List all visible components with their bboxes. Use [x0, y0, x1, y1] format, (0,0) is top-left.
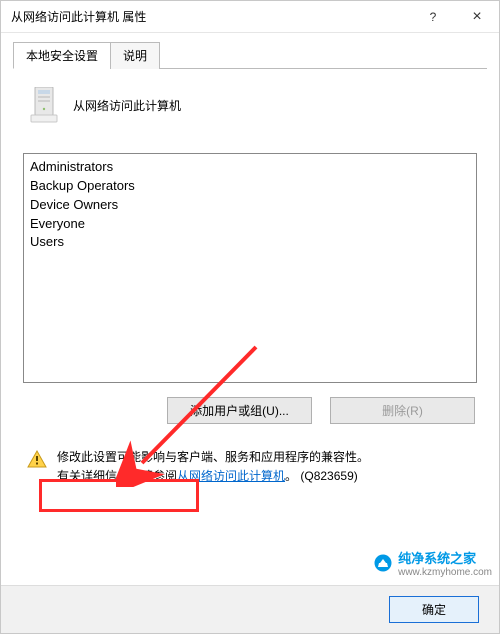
- tab-strip: 本地安全设置 说明: [13, 41, 487, 69]
- ok-label: 确定: [422, 601, 446, 618]
- warning-icon: [27, 450, 47, 468]
- list-item[interactable]: Everyone: [30, 215, 470, 234]
- dialog-footer: 确定: [1, 585, 499, 633]
- list-item[interactable]: Administrators: [30, 158, 470, 177]
- close-icon: ×: [472, 8, 481, 26]
- tab-local-security[interactable]: 本地安全设置: [13, 42, 111, 69]
- tabs-row: 本地安全设置 说明: [1, 33, 499, 69]
- list-item[interactable]: Users: [30, 233, 470, 252]
- tab-content: 从网络访问此计算机 Administrators Backup Operator…: [1, 69, 499, 585]
- computer-icon: [29, 87, 59, 123]
- list-item[interactable]: Backup Operators: [30, 177, 470, 196]
- tab-label: 本地安全设置: [26, 49, 98, 63]
- ok-button[interactable]: 确定: [389, 596, 479, 623]
- window-title: 从网络访问此计算机 属性: [11, 8, 411, 25]
- list-buttons-row: 添加用户或组(U)... 删除(R): [23, 397, 477, 424]
- watermark-name: 纯净系统之家: [398, 548, 492, 567]
- info-line2-suffix: 。 (Q823659): [285, 469, 358, 483]
- info-link[interactable]: 从网络访问此计算机: [177, 469, 285, 483]
- list-item[interactable]: Device Owners: [30, 196, 470, 215]
- watermark: 纯净系统之家 www.kzmyhome.com: [374, 548, 492, 578]
- page-title: 从网络访问此计算机: [73, 97, 181, 114]
- info-line1: 修改此设置可能影响与客户端、服务和应用程序的兼容性。: [57, 450, 369, 464]
- watermark-logo-icon: [374, 554, 392, 572]
- info-text: 修改此设置可能影响与客户端、服务和应用程序的兼容性。 有关详细信息，请参阅从网络…: [57, 448, 369, 486]
- remove-label: 删除(R): [382, 402, 423, 419]
- users-listbox[interactable]: Administrators Backup Operators Device O…: [23, 153, 477, 383]
- add-user-button[interactable]: 添加用户或组(U)...: [167, 397, 312, 424]
- titlebar: 从网络访问此计算机 属性 ? ×: [1, 1, 499, 33]
- close-button[interactable]: ×: [455, 2, 499, 32]
- info-section: 修改此设置可能影响与客户端、服务和应用程序的兼容性。 有关详细信息，请参阅从网络…: [23, 448, 477, 486]
- tab-explain[interactable]: 说明: [110, 42, 160, 69]
- window-root: 从网络访问此计算机 属性 ? × 本地安全设置 说明: [0, 0, 500, 634]
- watermark-url: www.kzmyhome.com: [398, 567, 492, 578]
- help-button[interactable]: ?: [411, 2, 455, 32]
- remove-button: 删除(R): [330, 397, 475, 424]
- header-row: 从网络访问此计算机: [29, 87, 477, 123]
- watermark-text: 纯净系统之家 www.kzmyhome.com: [398, 548, 492, 578]
- help-icon: ?: [430, 10, 437, 24]
- add-user-label: 添加用户或组(U)...: [190, 402, 289, 419]
- tab-label: 说明: [123, 49, 147, 63]
- info-line2-prefix: 有关详细信息，请参阅: [57, 469, 177, 483]
